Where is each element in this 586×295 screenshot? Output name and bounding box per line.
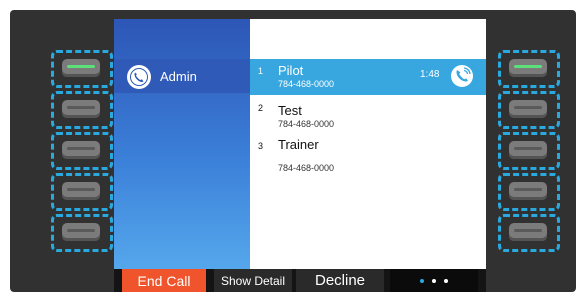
led-indicator <box>514 106 542 109</box>
more-button[interactable] <box>390 269 478 292</box>
phone-screen: Admin 1 Pilot 784-468-0000 1:48 2 Test 7… <box>114 19 486 269</box>
more-dots-icon <box>420 278 424 283</box>
led-indicator <box>67 229 95 232</box>
line-key-right-1[interactable] <box>498 50 560 88</box>
key-paddle <box>62 223 100 241</box>
line-key-left-2[interactable] <box>51 91 113 129</box>
key-paddle <box>62 100 100 118</box>
key-paddle <box>62 182 100 200</box>
softkey-bar: End Call Show Detail Decline <box>114 269 486 292</box>
led-indicator <box>67 65 95 68</box>
caller-number: 784-468-0000 <box>278 119 335 129</box>
sidebar-item-label: Admin <box>160 69 197 84</box>
line-key-left-5[interactable] <box>51 214 113 252</box>
caller-name: Test <box>278 103 302 118</box>
caller-name: Pilot <box>278 63 304 78</box>
phone-handset-icon <box>127 65 151 89</box>
end-call-button[interactable]: End Call <box>122 269 206 292</box>
key-paddle <box>509 59 547 77</box>
key-paddle <box>509 223 547 241</box>
more-dots-icon <box>432 278 436 283</box>
line-key-right-3[interactable] <box>498 132 560 170</box>
caller-number: 784-468-0000 <box>278 79 335 89</box>
call-list: 1 Pilot 784-468-0000 1:48 2 Test 784-468… <box>250 19 486 269</box>
caller-name: Trainer <box>278 137 319 152</box>
led-indicator <box>514 188 542 191</box>
phone-device: Admin 1 Pilot 784-468-0000 1:48 2 Test 7… <box>10 10 576 292</box>
led-indicator <box>514 65 542 68</box>
key-paddle <box>509 182 547 200</box>
call-item-1[interactable]: 1 Pilot 784-468-0000 1:48 <box>250 59 486 95</box>
line-key-right-5[interactable] <box>498 214 560 252</box>
led-indicator <box>514 229 542 232</box>
key-paddle <box>509 100 547 118</box>
line-key-left-1[interactable] <box>51 50 113 88</box>
line-key-right-2[interactable] <box>498 91 560 129</box>
show-detail-button[interactable]: Show Detail <box>214 269 292 292</box>
call-index: 3 <box>258 141 264 151</box>
led-indicator <box>514 147 542 150</box>
line-key-right-4[interactable] <box>498 173 560 211</box>
sidebar-item-admin[interactable]: Admin <box>114 59 250 93</box>
call-index: 1 <box>258 66 264 76</box>
line-key-left-3[interactable] <box>51 132 113 170</box>
key-paddle <box>62 59 100 77</box>
key-paddle <box>509 141 547 159</box>
led-indicator <box>67 106 95 109</box>
line-key-left-4[interactable] <box>51 173 113 211</box>
call-item-3[interactable]: 3 Trainer 784-468-0000 <box>250 133 486 179</box>
call-item-2[interactable]: 2 Test 784-468-0000 <box>250 99 486 135</box>
call-index: 2 <box>258 103 264 113</box>
decline-button[interactable]: Decline <box>296 269 384 292</box>
key-paddle <box>62 141 100 159</box>
line-sidebar: Admin <box>114 19 250 269</box>
led-indicator <box>67 188 95 191</box>
more-dots-icon <box>444 278 448 283</box>
phone-ringing-icon <box>449 63 475 94</box>
caller-number: 784-468-0000 <box>278 163 335 173</box>
call-timer: 1:48 <box>420 69 440 80</box>
led-indicator <box>67 147 95 150</box>
